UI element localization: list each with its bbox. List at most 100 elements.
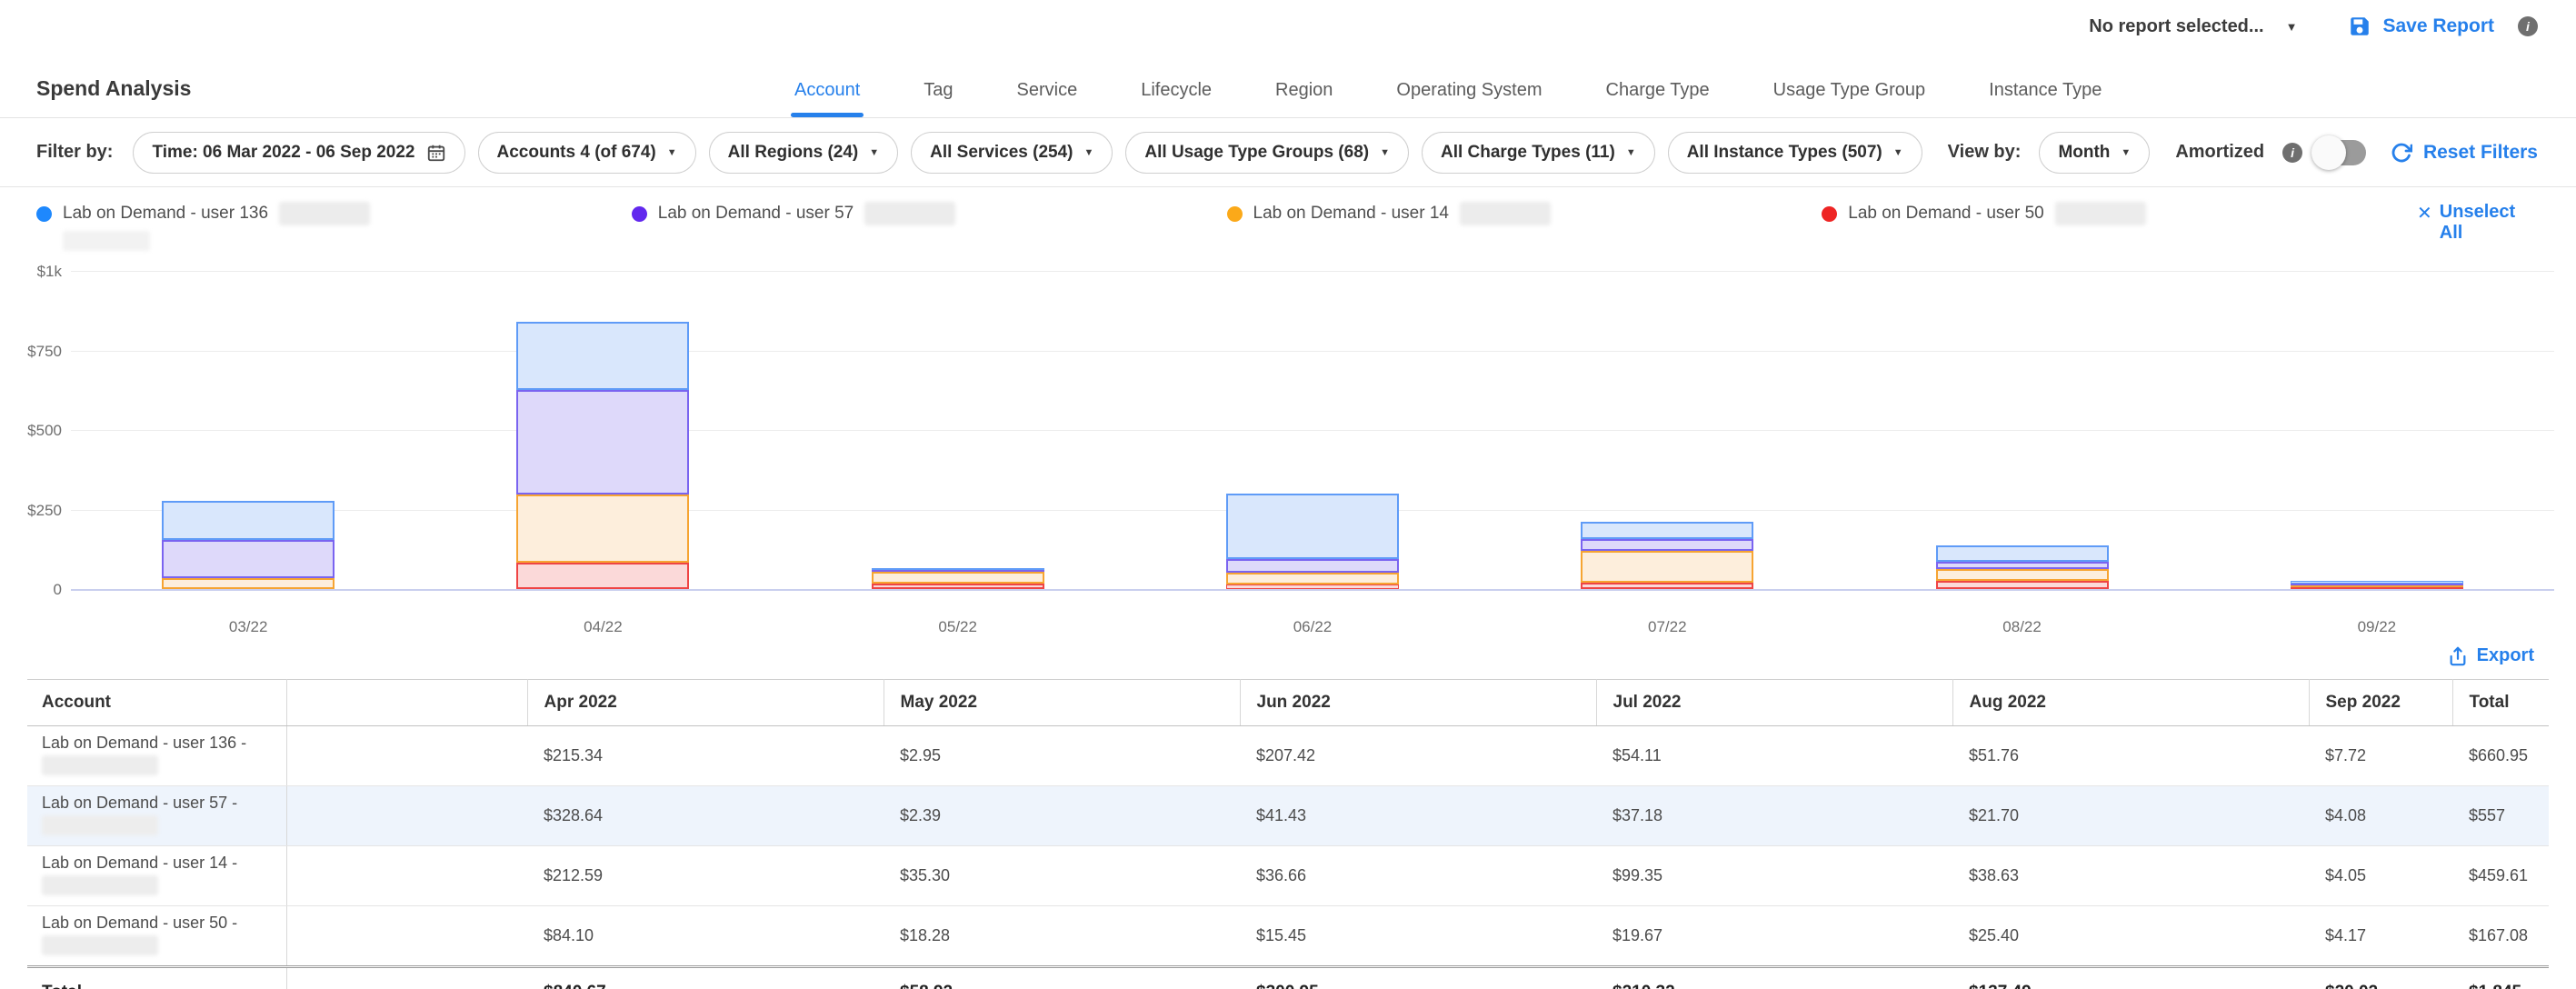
bar-segment-lab-on-demand-user-57[interactable] [516, 390, 689, 494]
redacted-text [1460, 202, 1551, 225]
total-value-cell: $210.32 [1596, 967, 1952, 989]
value-cell: $557 [2452, 786, 2549, 846]
tab-tag[interactable]: Tag [920, 80, 956, 117]
filter-pill-all-usage-type-groups-68[interactable]: All Usage Type Groups (68)▼ [1125, 132, 1409, 174]
bar-segment-lab-on-demand-user-14[interactable] [1936, 569, 2109, 582]
unselect-all-button[interactable]: ✕ Unselect All [2417, 202, 2538, 251]
bar-segment-lab-on-demand-user-14[interactable] [1581, 551, 1753, 583]
value-cell: $18.28 [884, 906, 1240, 967]
amortized-info-icon[interactable]: i [2282, 143, 2302, 163]
bar-segment-lab-on-demand-user-14[interactable] [516, 494, 689, 562]
column-header-jul-2022: Jul 2022 [1596, 680, 1952, 726]
reset-filters-button[interactable]: Reset Filters [2391, 142, 2538, 164]
spend-chart: $1k$750$500$250003/2204/2205/2206/2207/2… [0, 258, 2576, 644]
spacer-cell [286, 967, 527, 989]
bar-05-22[interactable] [872, 271, 1044, 589]
bar-08-22[interactable] [1936, 271, 2109, 589]
column-header-sep-2022: Sep 2022 [2309, 680, 2452, 726]
bar-segment-lab-on-demand-user-136[interactable] [1581, 522, 1753, 539]
value-cell: $207.42 [1240, 726, 1596, 786]
table-row: Lab on Demand - user 50 -$84.10$18.28$15… [27, 906, 2549, 967]
amortized-label: Amortized [2175, 142, 2264, 163]
bar-segment-lab-on-demand-user-136[interactable] [162, 501, 334, 540]
bar-segment-lab-on-demand-user-57[interactable] [1936, 562, 2109, 569]
amortized-toggle[interactable] [2313, 140, 2366, 165]
export-row: Export [0, 644, 2576, 679]
legend-dot-icon [1227, 206, 1243, 222]
y-axis-label: $250 [5, 502, 62, 520]
filter-pill-all-instance-types-507[interactable]: All Instance Types (507)▼ [1668, 132, 1922, 174]
bar-09-22[interactable] [2291, 271, 2463, 589]
bar-segment-lab-on-demand-user-136[interactable] [516, 322, 689, 390]
report-selector-dropdown[interactable]: No report selected... ▼ [2089, 16, 2297, 37]
bar-segment-lab-on-demand-user-14[interactable] [872, 572, 1044, 583]
bar-segment-lab-on-demand-user-136[interactable] [1226, 494, 1399, 560]
account-cell: Lab on Demand - user 136 - [27, 726, 286, 786]
bar-07-22[interactable] [1581, 271, 1753, 589]
value-cell: $19.67 [1596, 906, 1952, 967]
tab-lifecycle[interactable]: Lifecycle [1137, 80, 1215, 117]
export-button[interactable]: Export [2448, 645, 2534, 666]
account-name: Lab on Demand - user 57 - [42, 792, 275, 814]
legend-item-lab-on-demand-user-57[interactable]: Lab on Demand - user 57 [632, 202, 1227, 251]
legend-item-lab-on-demand-user-14[interactable]: Lab on Demand - user 14 [1227, 202, 1822, 251]
calendar-icon [426, 143, 446, 163]
tab-account[interactable]: Account [791, 80, 864, 117]
x-axis-label: 04/22 [516, 618, 689, 636]
filter-pill-label: All Usage Type Groups (68) [1144, 143, 1369, 163]
bar-segment-lab-on-demand-user-50[interactable] [1936, 581, 2109, 589]
legend-line: Lab on Demand - user 14 [1227, 202, 1822, 225]
redacted-text [63, 231, 150, 251]
bar-segment-lab-on-demand-user-57[interactable] [1581, 539, 1753, 551]
bar-segment-lab-on-demand-user-136[interactable] [1936, 545, 2109, 562]
tab-operating-system[interactable]: Operating System [1393, 80, 1545, 117]
filter-pill-label: All Charge Types (11) [1441, 143, 1615, 163]
tab-region[interactable]: Region [1272, 80, 1336, 117]
bar-segment-lab-on-demand-user-14[interactable] [162, 578, 334, 589]
value-cell: $37.18 [1596, 786, 1952, 846]
filter-pill-all-services-254[interactable]: All Services (254)▼ [911, 132, 1113, 174]
view-by-pill[interactable]: Month ▼ [2039, 132, 2150, 174]
bar-03-22[interactable] [162, 271, 334, 589]
spacer-cell [286, 846, 527, 906]
filter-pill-accounts-4-of-674[interactable]: Accounts 4 (of 674)▼ [478, 132, 696, 174]
value-cell: $660.95 [2452, 726, 2549, 786]
toggle-knob [2311, 135, 2346, 170]
tab-instance-type[interactable]: Instance Type [1985, 80, 2105, 117]
value-cell: $7.72 [2309, 726, 2452, 786]
bar-segment-lab-on-demand-user-14[interactable] [1226, 573, 1399, 584]
legend-item-lab-on-demand-user-136[interactable]: Lab on Demand - user 136 [36, 202, 632, 251]
value-cell: $4.17 [2309, 906, 2452, 967]
bar-06-22[interactable] [1226, 271, 1399, 589]
bar-segment-lab-on-demand-user-57[interactable] [1226, 559, 1399, 573]
bar-segment-lab-on-demand-user-50[interactable] [1581, 583, 1753, 589]
time-filter-pill[interactable]: Time: 06 Mar 2022 - 06 Sep 2022 [133, 132, 464, 174]
tab-charge-type[interactable]: Charge Type [1603, 80, 1713, 117]
legend-item-lab-on-demand-user-50[interactable]: Lab on Demand - user 50 [1822, 202, 2417, 251]
table-row: Lab on Demand - user 136 -$215.34$2.95$2… [27, 726, 2549, 786]
bar-segment-lab-on-demand-user-50[interactable] [516, 563, 689, 589]
y-axis-label: $1k [5, 263, 62, 281]
value-cell: $25.40 [1952, 906, 2309, 967]
bar-segment-lab-on-demand-user-50[interactable] [872, 584, 1044, 589]
info-icon[interactable]: i [2518, 16, 2538, 36]
filter-pill-all-regions-24[interactable]: All Regions (24)▼ [709, 132, 898, 174]
filter-pill-label: Accounts 4 (of 674) [497, 143, 656, 163]
view-by-value: Month [2058, 143, 2110, 163]
bar-segment-lab-on-demand-user-50[interactable] [1226, 584, 1399, 589]
tab-usage-type-group[interactable]: Usage Type Group [1770, 80, 1930, 117]
legend-label: Lab on Demand - user 50 [1848, 204, 2043, 224]
tab-service[interactable]: Service [1013, 80, 1082, 117]
filter-pill-label: All Instance Types (507) [1687, 143, 1882, 163]
save-report-button[interactable]: Save Report [2382, 15, 2494, 37]
total-value-cell: $840.67 [527, 967, 884, 989]
value-cell: $15.45 [1240, 906, 1596, 967]
bar-04-22[interactable] [516, 271, 689, 589]
value-cell: $35.30 [884, 846, 1240, 906]
bar-segment-lab-on-demand-user-50[interactable] [2291, 587, 2463, 589]
column-header-jun-2022: Jun 2022 [1240, 680, 1596, 726]
bar-segment-lab-on-demand-user-57[interactable] [162, 540, 334, 579]
filter-pill-all-charge-types-11[interactable]: All Charge Types (11)▼ [1422, 132, 1655, 174]
time-filter-value: Time: 06 Mar 2022 - 06 Sep 2022 [152, 143, 414, 163]
total-value-cell: $300.95 [1240, 967, 1596, 989]
